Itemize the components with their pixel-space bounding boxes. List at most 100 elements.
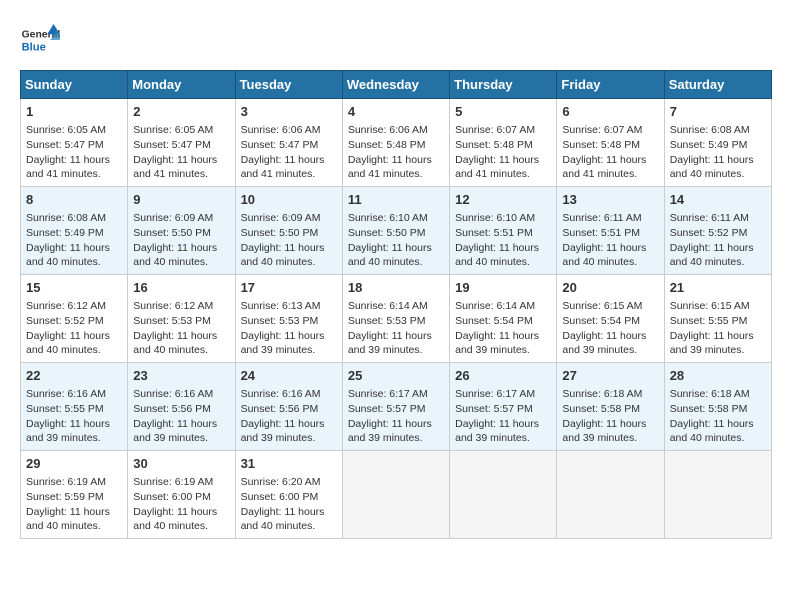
sunset-label: Sunset: 5:57 PM xyxy=(455,403,533,415)
daylight-label: Daylight: 11 hours and 40 minutes. xyxy=(133,242,217,269)
day-number: 15 xyxy=(26,279,122,297)
sunrise-label: Sunrise: 6:06 AM xyxy=(241,124,321,136)
daylight-label: Daylight: 11 hours and 39 minutes. xyxy=(241,330,325,357)
calendar-day-cell: 3Sunrise: 6:06 AMSunset: 5:47 PMDaylight… xyxy=(235,99,342,187)
daylight-label: Daylight: 11 hours and 39 minutes. xyxy=(455,418,539,445)
calendar-day-cell: 9Sunrise: 6:09 AMSunset: 5:50 PMDaylight… xyxy=(128,187,235,275)
calendar-day-cell: 15Sunrise: 6:12 AMSunset: 5:52 PMDayligh… xyxy=(21,275,128,363)
daylight-label: Daylight: 11 hours and 40 minutes. xyxy=(670,154,754,181)
sunrise-label: Sunrise: 6:06 AM xyxy=(348,124,428,136)
calendar-day-cell: 1Sunrise: 6:05 AMSunset: 5:47 PMDaylight… xyxy=(21,99,128,187)
daylight-label: Daylight: 11 hours and 40 minutes. xyxy=(241,506,325,533)
sunrise-label: Sunrise: 6:14 AM xyxy=(348,300,428,312)
sunset-label: Sunset: 5:47 PM xyxy=(133,139,211,151)
daylight-label: Daylight: 11 hours and 41 minutes. xyxy=(348,154,432,181)
daylight-label: Daylight: 11 hours and 41 minutes. xyxy=(562,154,646,181)
calendar-day-cell: 5Sunrise: 6:07 AMSunset: 5:48 PMDaylight… xyxy=(450,99,557,187)
daylight-label: Daylight: 11 hours and 40 minutes. xyxy=(133,330,217,357)
daylight-label: Daylight: 11 hours and 40 minutes. xyxy=(562,242,646,269)
day-number: 12 xyxy=(455,191,551,209)
day-number: 14 xyxy=(670,191,766,209)
sunrise-label: Sunrise: 6:17 AM xyxy=(348,388,428,400)
calendar-day-header: Saturday xyxy=(664,71,771,99)
daylight-label: Daylight: 11 hours and 40 minutes. xyxy=(670,418,754,445)
sunset-label: Sunset: 5:48 PM xyxy=(455,139,533,151)
day-number: 11 xyxy=(348,191,444,209)
calendar-week-row: 22Sunrise: 6:16 AMSunset: 5:55 PMDayligh… xyxy=(21,363,772,451)
day-number: 6 xyxy=(562,103,658,121)
day-number: 1 xyxy=(26,103,122,121)
sunrise-label: Sunrise: 6:10 AM xyxy=(348,212,428,224)
sunset-label: Sunset: 5:53 PM xyxy=(348,315,426,327)
day-number: 16 xyxy=(133,279,229,297)
day-number: 30 xyxy=(133,455,229,473)
day-number: 25 xyxy=(348,367,444,385)
calendar-day-cell: 2Sunrise: 6:05 AMSunset: 5:47 PMDaylight… xyxy=(128,99,235,187)
sunset-label: Sunset: 5:56 PM xyxy=(241,403,319,415)
calendar-day-header: Tuesday xyxy=(235,71,342,99)
daylight-label: Daylight: 11 hours and 39 minutes. xyxy=(348,418,432,445)
day-number: 24 xyxy=(241,367,337,385)
sunrise-label: Sunrise: 6:19 AM xyxy=(133,476,213,488)
calendar-day-cell: 4Sunrise: 6:06 AMSunset: 5:48 PMDaylight… xyxy=(342,99,449,187)
calendar-day-cell: 13Sunrise: 6:11 AMSunset: 5:51 PMDayligh… xyxy=(557,187,664,275)
sunset-label: Sunset: 5:51 PM xyxy=(562,227,640,239)
sunset-label: Sunset: 5:58 PM xyxy=(562,403,640,415)
day-number: 20 xyxy=(562,279,658,297)
sunrise-label: Sunrise: 6:05 AM xyxy=(26,124,106,136)
daylight-label: Daylight: 11 hours and 41 minutes. xyxy=(241,154,325,181)
calendar-day-header: Sunday xyxy=(21,71,128,99)
calendar-week-row: 1 Sunrise: 6:05 AM Sunset: 5:47 PM Daylight… xyxy=(21,99,772,187)
calendar-day-cell: 12Sunrise: 6:10 AMSunset: 5:51 PMDayligh… xyxy=(450,187,557,275)
calendar-day-cell: 20Sunrise: 6:15 AMSunset: 5:54 PMDayligh… xyxy=(557,275,664,363)
calendar-day-cell: 10Sunrise: 6:09 AMSunset: 5:50 PMDayligh… xyxy=(235,187,342,275)
daylight-label: Daylight: 11 hours and 39 minutes. xyxy=(455,330,539,357)
calendar-day-cell: 8Sunrise: 6:08 AMSunset: 5:49 PMDaylight… xyxy=(21,187,128,275)
daylight-label: Daylight: 11 hours and 40 minutes. xyxy=(241,242,325,269)
sunset-label: Sunset: 5:55 PM xyxy=(26,403,104,415)
sunrise-label: Sunrise: 6:12 AM xyxy=(133,300,213,312)
sunset-label: Sunset: 5:51 PM xyxy=(455,227,533,239)
sunset-label: Sunset: 5:57 PM xyxy=(348,403,426,415)
calendar-day-header: Thursday xyxy=(450,71,557,99)
calendar-week-row: 8Sunrise: 6:08 AMSunset: 5:49 PMDaylight… xyxy=(21,187,772,275)
daylight-label: Daylight: 11 hours and 39 minutes. xyxy=(241,418,325,445)
logo-icon: General Blue xyxy=(20,20,60,60)
daylight-label: Daylight: 11 hours and 40 minutes. xyxy=(133,506,217,533)
daylight-label: Daylight: 11 hours and 39 minutes. xyxy=(133,418,217,445)
day-number: 19 xyxy=(455,279,551,297)
sunrise-label: Sunrise: 6:20 AM xyxy=(241,476,321,488)
calendar-day-cell: 24Sunrise: 6:16 AMSunset: 5:56 PMDayligh… xyxy=(235,363,342,451)
sunset-label: Sunset: 5:55 PM xyxy=(670,315,748,327)
day-number: 29 xyxy=(26,455,122,473)
calendar-day-cell: 26 Sunrise: 6:17 AM Sunset: 5:57 PM Dayligh… xyxy=(450,363,557,451)
sunset-label: Sunset: 5:53 PM xyxy=(133,315,211,327)
sunrise-label: Sunrise: 6:07 AM xyxy=(455,124,535,136)
sunrise-label: Sunrise: 6:17 AM xyxy=(455,388,535,400)
sunrise-label: Sunrise: 6:09 AM xyxy=(133,212,213,224)
sunrise-label: Sunrise: 6:05 AM xyxy=(133,124,213,136)
sunrise-label: Sunrise: 6:08 AM xyxy=(670,124,750,136)
day-number: 10 xyxy=(241,191,337,209)
logo: General Blue xyxy=(20,20,64,60)
day-number: 5 xyxy=(455,103,551,121)
day-number: 26 xyxy=(455,367,551,385)
calendar-week-row: 29Sunrise: 6:19 AMSunset: 5:59 PMDayligh… xyxy=(21,451,772,539)
sunrise-label: Sunrise: 6:19 AM xyxy=(26,476,106,488)
calendar-day-cell: 7Sunrise: 6:08 AMSunset: 5:49 PMDaylight… xyxy=(664,99,771,187)
day-number: 4 xyxy=(348,103,444,121)
daylight-label: Daylight: 11 hours and 39 minutes. xyxy=(562,418,646,445)
calendar-day-cell xyxy=(664,451,771,539)
calendar-day-cell: 21Sunrise: 6:15 AMSunset: 5:55 PMDayligh… xyxy=(664,275,771,363)
calendar-day-cell: 11Sunrise: 6:10 AMSunset: 5:50 PMDayligh… xyxy=(342,187,449,275)
day-number: 7 xyxy=(670,103,766,121)
day-number: 17 xyxy=(241,279,337,297)
daylight-label: Daylight: 11 hours and 39 minutes. xyxy=(26,418,110,445)
daylight-label: Daylight: 11 hours and 40 minutes. xyxy=(26,506,110,533)
daylight-label: Daylight: 11 hours and 40 minutes. xyxy=(26,330,110,357)
sunrise-label: Sunrise: 6:09 AM xyxy=(241,212,321,224)
sunset-label: Sunset: 5:47 PM xyxy=(26,139,104,151)
svg-text:Blue: Blue xyxy=(22,41,46,53)
day-number: 18 xyxy=(348,279,444,297)
sunset-label: Sunset: 5:58 PM xyxy=(670,403,748,415)
